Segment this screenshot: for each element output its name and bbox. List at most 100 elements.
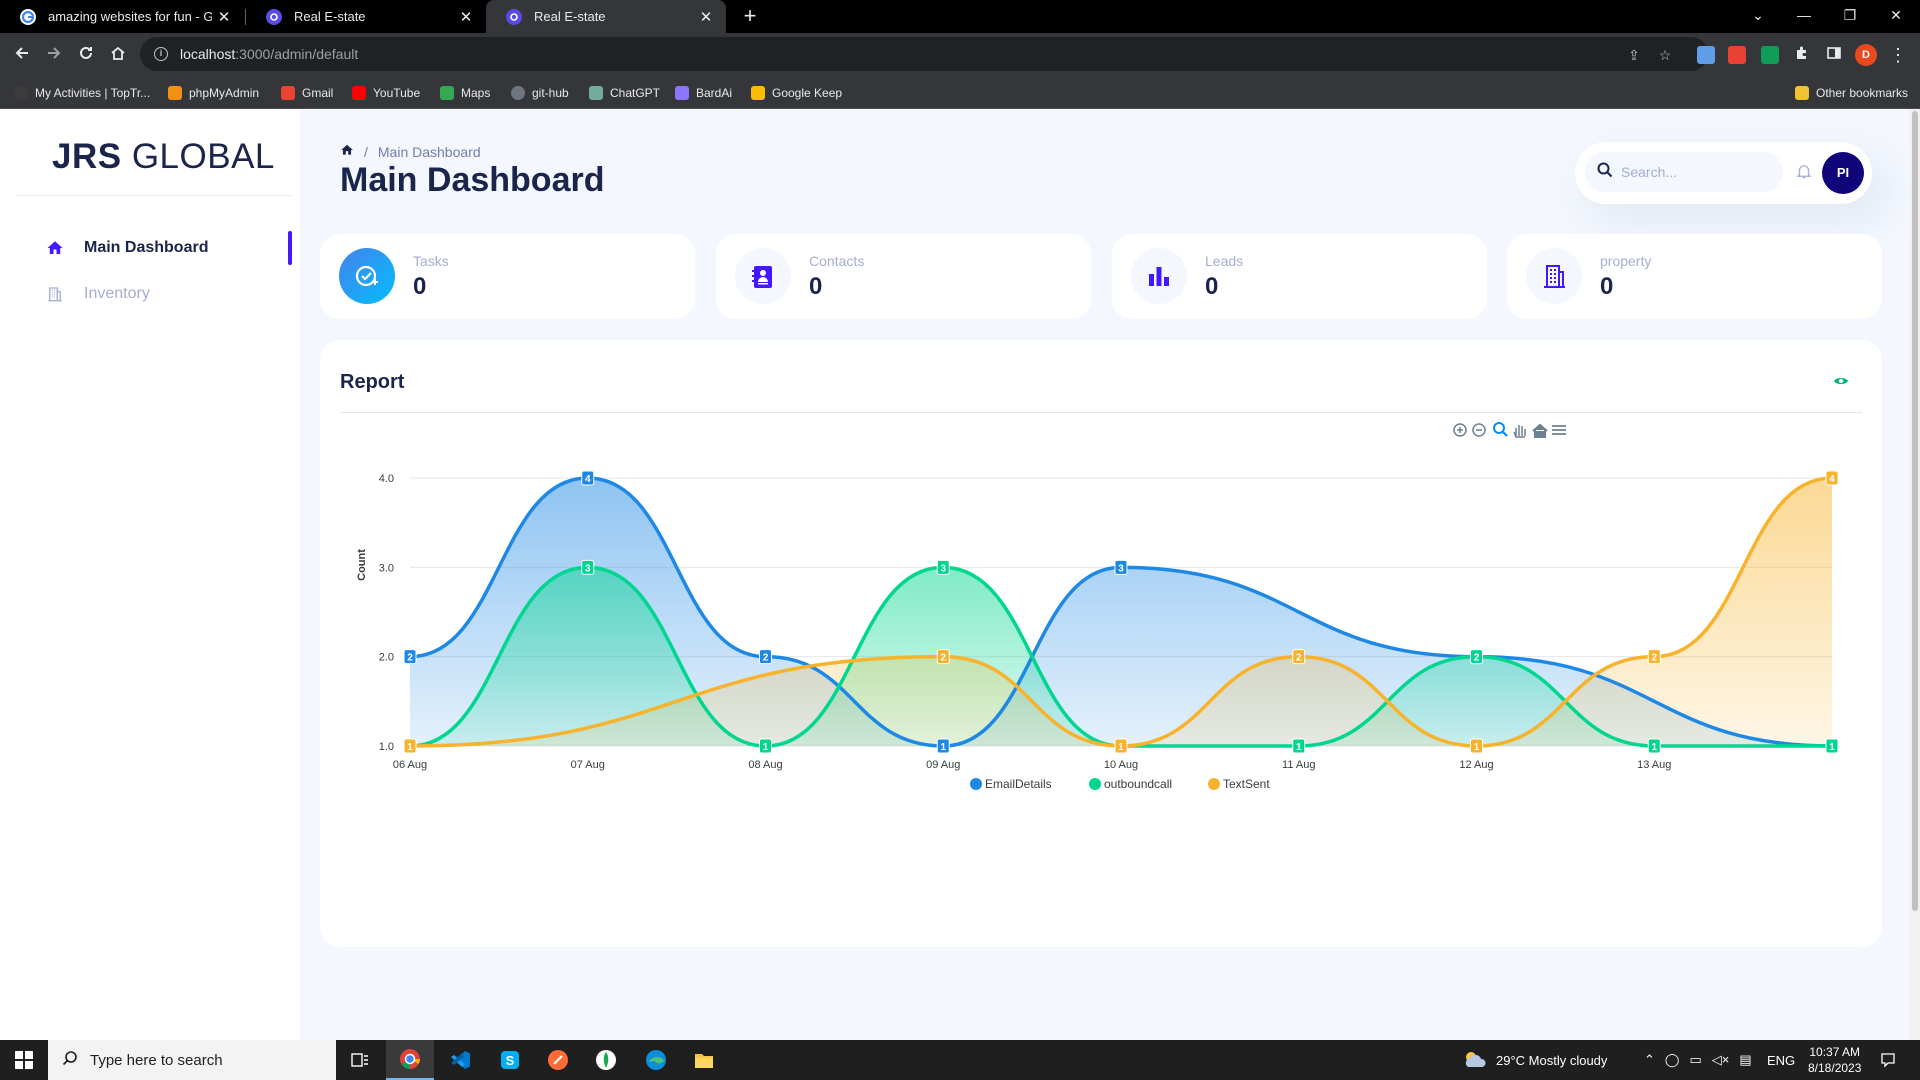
weather-widget[interactable]: 29°C Mostly cloudy bbox=[1462, 1040, 1607, 1080]
page-scrollbar[interactable] bbox=[1910, 109, 1920, 1040]
tab-search-icon[interactable]: ⌄ bbox=[1735, 0, 1781, 33]
close-icon[interactable]: ✕ bbox=[694, 8, 718, 26]
home-icon[interactable] bbox=[340, 143, 354, 160]
stat-label: property bbox=[1600, 253, 1652, 269]
file-explorer-icon[interactable] bbox=[680, 1040, 728, 1080]
new-tab-button[interactable]: + bbox=[736, 3, 764, 31]
mongodb-icon[interactable] bbox=[582, 1040, 630, 1080]
avatar[interactable]: PI bbox=[1822, 152, 1864, 194]
sidebar-item-inventory[interactable]: Inventory bbox=[46, 282, 150, 306]
bookmark-item[interactable]: phpMyAdmin bbox=[168, 84, 259, 102]
tab-title: Real E-state bbox=[294, 9, 366, 24]
taskbar-search[interactable]: Type here to search bbox=[48, 1040, 336, 1080]
bookmark-item[interactable]: My Activities | TopTr... bbox=[14, 84, 150, 102]
weather-text: 29°C Mostly cloudy bbox=[1496, 1052, 1608, 1068]
search-box[interactable] bbox=[1585, 152, 1783, 192]
input-language[interactable]: ENG bbox=[1767, 1040, 1795, 1080]
zoom-in-icon[interactable] bbox=[1453, 423, 1467, 437]
extension-icon[interactable] bbox=[1697, 46, 1715, 64]
skype-icon[interactable]: S bbox=[486, 1040, 534, 1080]
breadcrumb-item[interactable]: Main Dashboard bbox=[378, 144, 481, 160]
sync-icon[interactable]: ◯ bbox=[1665, 1052, 1680, 1068]
site-info-icon[interactable]: i bbox=[154, 47, 168, 61]
extension-icon[interactable] bbox=[1761, 46, 1779, 64]
chatgpt-icon bbox=[589, 86, 603, 100]
network-icon[interactable]: ▭ bbox=[1689, 1052, 1701, 1068]
data-label: 3 bbox=[936, 559, 950, 575]
zoom-out-icon[interactable] bbox=[1472, 423, 1486, 437]
kebab-menu-icon[interactable]: ⋮ bbox=[1884, 41, 1912, 69]
side-panel-icon[interactable] bbox=[1820, 41, 1848, 69]
pan-hand-icon[interactable] bbox=[1513, 425, 1526, 438]
address-bar[interactable]: i localhost:3000/admin/default ⇪ ☆ bbox=[140, 37, 1708, 71]
data-label-text: 1 bbox=[1474, 742, 1480, 753]
vscode-icon[interactable] bbox=[436, 1040, 484, 1080]
other-bookmarks[interactable]: Other bookmarks bbox=[1795, 84, 1908, 102]
bookmark-item[interactable]: Gmail bbox=[281, 84, 333, 102]
bookmark-item[interactable]: BardAi bbox=[675, 84, 732, 102]
reset-zoom-home-icon[interactable] bbox=[1532, 423, 1548, 438]
google-keep-icon bbox=[751, 86, 765, 100]
data-label-text: 1 bbox=[940, 742, 946, 753]
system-tray-icons[interactable]: ⌃ ◯ ▭ ◁× ▤ bbox=[1644, 1040, 1752, 1080]
data-label: 4 bbox=[581, 470, 595, 486]
home-button[interactable] bbox=[104, 41, 132, 69]
reload-button[interactable] bbox=[72, 41, 100, 69]
bookmark-item[interactable]: ChatGPT bbox=[589, 84, 660, 102]
stat-value: 0 bbox=[413, 273, 427, 300]
keyboard-icon[interactable]: ▤ bbox=[1739, 1052, 1751, 1068]
task-view-icon[interactable] bbox=[336, 1040, 384, 1080]
bell-icon[interactable] bbox=[1795, 162, 1815, 182]
brand-logo[interactable]: JRS GLOBAL bbox=[52, 137, 275, 177]
volume-muted-icon[interactable]: ◁× bbox=[1712, 1052, 1730, 1068]
bookmark-item[interactable]: Maps bbox=[440, 84, 490, 102]
legend-item[interactable]: outboundcall bbox=[1089, 777, 1172, 791]
active-indicator bbox=[288, 231, 292, 265]
chrome-icon[interactable] bbox=[386, 1040, 434, 1080]
forward-button[interactable] bbox=[40, 41, 68, 69]
close-icon[interactable]: ✕ bbox=[454, 8, 478, 26]
bookmark-item[interactable]: Google Keep bbox=[751, 84, 842, 102]
clock[interactable]: 10:37 AM 8/18/2023 bbox=[1808, 1044, 1861, 1076]
edge-icon[interactable] bbox=[632, 1040, 680, 1080]
start-button[interactable] bbox=[0, 1040, 48, 1080]
data-label-text: 1 bbox=[407, 742, 413, 753]
browser-tab[interactable]: Real E-state ✕ bbox=[246, 0, 486, 33]
sidebar-item-main-dashboard[interactable]: Main Dashboard bbox=[46, 236, 208, 260]
browser-tab[interactable]: amazing websites for fun - Goog ✕ bbox=[0, 0, 244, 33]
scrollbar-thumb[interactable] bbox=[1912, 111, 1918, 911]
postman-icon[interactable] bbox=[534, 1040, 582, 1080]
browser-tab-active[interactable]: Real E-state ✕ bbox=[486, 0, 726, 33]
chevron-up-icon[interactable]: ⌃ bbox=[1644, 1052, 1655, 1068]
search-icon bbox=[62, 1050, 78, 1071]
legend-marker bbox=[1208, 778, 1220, 790]
data-label: 2 bbox=[1647, 649, 1661, 665]
bookmark-item[interactable]: git-hub bbox=[511, 84, 569, 102]
browser-tab-bar: amazing websites for fun - Goog ✕ Real E… bbox=[0, 0, 1920, 33]
legend-item[interactable]: EmailDetails bbox=[970, 777, 1052, 791]
restore-button[interactable]: ❐ bbox=[1827, 0, 1873, 33]
data-label-text: 2 bbox=[1474, 653, 1480, 664]
data-label-text: 1 bbox=[1651, 742, 1657, 753]
legend-label: EmailDetails bbox=[985, 777, 1052, 791]
zoom-select-icon[interactable] bbox=[1493, 422, 1508, 437]
minimize-button[interactable]: — bbox=[1781, 0, 1827, 33]
bookmark-item[interactable]: YouTube bbox=[352, 84, 420, 102]
bard-icon bbox=[675, 86, 689, 100]
share-icon[interactable]: ⇪ bbox=[1625, 46, 1643, 64]
stat-value: 0 bbox=[809, 273, 823, 300]
close-icon[interactable]: ✕ bbox=[212, 8, 236, 26]
legend-item[interactable]: TextSent bbox=[1208, 777, 1270, 791]
bookmark-star-icon[interactable]: ☆ bbox=[1656, 46, 1674, 64]
tab-title: amazing websites for fun - Goog bbox=[48, 9, 212, 24]
notification-icon[interactable] bbox=[1880, 1040, 1896, 1080]
back-button[interactable] bbox=[8, 41, 36, 69]
extension-icon[interactable] bbox=[1728, 46, 1746, 64]
close-window-button[interactable]: ✕ bbox=[1873, 0, 1919, 33]
chart-menu-icon[interactable] bbox=[1552, 425, 1566, 435]
search-input[interactable] bbox=[1621, 164, 1771, 180]
profile-avatar[interactable]: D bbox=[1855, 44, 1877, 66]
data-label: 4 bbox=[1825, 470, 1839, 486]
puzzle-icon[interactable] bbox=[1788, 41, 1816, 69]
legend-marker bbox=[1089, 778, 1101, 790]
